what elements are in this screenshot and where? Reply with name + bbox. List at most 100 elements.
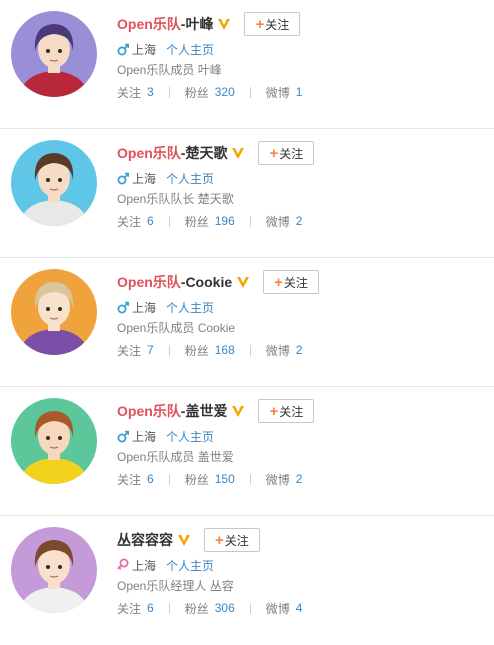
verified-icon bbox=[232, 406, 245, 417]
user-name-link[interactable]: Open乐队-Cookie bbox=[117, 272, 232, 292]
fans-count[interactable]: 306 bbox=[215, 601, 235, 615]
user-name-link[interactable]: Open乐队-楚天歌 bbox=[117, 143, 227, 163]
following-stat[interactable]: 关注 3 bbox=[117, 84, 154, 101]
avatar[interactable] bbox=[11, 269, 97, 355]
user-list: Open乐队-叶峰 + 关注 上海 个人主页 Open乐队成员 叶峰 关注 3 粉丝… bbox=[0, 0, 494, 645]
following-count[interactable]: 7 bbox=[147, 343, 154, 357]
following-label: 关注 bbox=[117, 214, 142, 229]
posts-label: 微博 bbox=[265, 472, 290, 487]
fans-count[interactable]: 150 bbox=[215, 472, 235, 486]
following-stat[interactable]: 关注 7 bbox=[117, 342, 154, 359]
stat-divider bbox=[168, 344, 170, 356]
user-stats: 关注 6 粉丝 196 微博 2 bbox=[117, 210, 486, 232]
posts-count[interactable]: 1 bbox=[296, 85, 303, 99]
posts-count[interactable]: 2 bbox=[296, 214, 303, 228]
posts-stat[interactable]: 微博 2 bbox=[266, 342, 303, 359]
following-label: 关注 bbox=[117, 601, 142, 616]
posts-label: 微博 bbox=[265, 85, 290, 100]
stat-divider bbox=[168, 86, 170, 98]
user-name-link[interactable]: Open乐队-叶峰 bbox=[117, 14, 213, 34]
verified-icon bbox=[232, 148, 245, 159]
posts-label: 微博 bbox=[265, 601, 290, 616]
fans-stat[interactable]: 粉丝 196 bbox=[185, 213, 235, 230]
stat-divider bbox=[168, 215, 170, 227]
fans-count[interactable]: 320 bbox=[215, 85, 235, 99]
plus-icon: + bbox=[269, 144, 279, 162]
following-stat[interactable]: 关注 6 bbox=[117, 600, 154, 617]
posts-stat[interactable]: 微博 2 bbox=[266, 471, 303, 488]
follow-button[interactable]: + 关注 bbox=[244, 12, 301, 36]
homepage-link[interactable]: 个人主页 bbox=[166, 170, 214, 187]
user-name-suffix: -Cookie bbox=[180, 274, 233, 290]
posts-label: 微博 bbox=[265, 214, 290, 229]
follow-label: 关注 bbox=[283, 275, 308, 290]
verified-icon bbox=[178, 535, 190, 546]
following-count[interactable]: 6 bbox=[147, 472, 154, 486]
posts-stat[interactable]: 微博 2 bbox=[266, 213, 303, 230]
posts-stat[interactable]: 微博 1 bbox=[266, 84, 303, 101]
homepage-link[interactable]: 个人主页 bbox=[166, 41, 214, 58]
following-count[interactable]: 6 bbox=[147, 214, 154, 228]
follow-button[interactable]: + 关注 bbox=[258, 399, 315, 423]
stat-divider bbox=[249, 473, 251, 485]
following-label: 关注 bbox=[117, 85, 142, 100]
location-text: 上海 bbox=[132, 300, 157, 315]
stat-divider bbox=[249, 602, 251, 614]
follow-label: 关注 bbox=[265, 17, 290, 32]
following-stat[interactable]: 关注 6 bbox=[117, 471, 154, 488]
gender-icon bbox=[117, 429, 130, 443]
stat-divider bbox=[249, 86, 251, 98]
location-text: 上海 bbox=[132, 171, 157, 186]
posts-stat[interactable]: 微博 4 bbox=[266, 600, 303, 617]
fans-stat[interactable]: 粉丝 306 bbox=[185, 600, 235, 617]
user-name-link[interactable]: 丛容容容 bbox=[117, 530, 173, 550]
follow-button[interactable]: + 关注 bbox=[204, 528, 260, 552]
user-description: Open乐队队长 楚天歌 bbox=[117, 192, 234, 206]
avatar[interactable] bbox=[11, 527, 97, 613]
user-card: Open乐队-Cookie + 关注 上海 个人主页 Open乐队成员 Cooki… bbox=[0, 258, 494, 387]
following-stat[interactable]: 关注 6 bbox=[117, 213, 154, 230]
user-description: Open乐队经理人 丛容 bbox=[117, 579, 234, 593]
gender-icon bbox=[117, 558, 129, 572]
user-card: 丛容容容 + 关注 上海 个人主页 Open乐队经理人 丛容 关注 6 粉丝 306 … bbox=[0, 516, 494, 645]
posts-count[interactable]: 2 bbox=[296, 472, 303, 486]
plus-icon: + bbox=[269, 402, 279, 420]
fans-label: 粉丝 bbox=[184, 601, 209, 616]
fans-label: 粉丝 bbox=[184, 85, 209, 100]
avatar[interactable] bbox=[11, 11, 97, 97]
follow-button[interactable]: + 关注 bbox=[258, 141, 315, 165]
following-count[interactable]: 3 bbox=[147, 85, 154, 99]
user-name-suffix: -楚天歌 bbox=[180, 145, 228, 161]
stat-divider bbox=[168, 602, 170, 614]
follow-label: 关注 bbox=[279, 146, 304, 161]
avatar[interactable] bbox=[11, 398, 97, 484]
avatar[interactable] bbox=[11, 140, 97, 226]
following-count[interactable]: 6 bbox=[147, 601, 154, 615]
follow-button[interactable]: + 关注 bbox=[263, 270, 319, 294]
fans-stat[interactable]: 粉丝 168 bbox=[185, 342, 235, 359]
following-label: 关注 bbox=[117, 343, 142, 358]
user-name-suffix: -盖世爱 bbox=[180, 403, 228, 419]
posts-count[interactable]: 2 bbox=[296, 343, 303, 357]
user-card: Open乐队-盖世爱 + 关注 上海 个人主页 Open乐队成员 盖世爱 关注 6 … bbox=[0, 387, 494, 516]
user-stats: 关注 6 粉丝 150 微博 2 bbox=[117, 468, 486, 490]
fans-count[interactable]: 168 bbox=[215, 343, 235, 357]
following-label: 关注 bbox=[117, 472, 142, 487]
location-text: 上海 bbox=[132, 558, 157, 573]
plus-icon: + bbox=[274, 273, 283, 291]
user-card: Open乐队-叶峰 + 关注 上海 个人主页 Open乐队成员 叶峰 关注 3 粉丝… bbox=[0, 0, 494, 129]
user-name-prefix: Open乐队 bbox=[117, 16, 181, 32]
homepage-link[interactable]: 个人主页 bbox=[166, 299, 214, 316]
user-name-suffix: 丛容容容 bbox=[117, 532, 173, 548]
fans-label: 粉丝 bbox=[184, 343, 209, 358]
fans-count[interactable]: 196 bbox=[215, 214, 235, 228]
homepage-link[interactable]: 个人主页 bbox=[166, 557, 214, 574]
homepage-link[interactable]: 个人主页 bbox=[166, 428, 214, 445]
fans-label: 粉丝 bbox=[184, 472, 209, 487]
location-text: 上海 bbox=[132, 42, 157, 57]
fans-stat[interactable]: 粉丝 320 bbox=[185, 84, 235, 101]
verified-icon bbox=[237, 277, 250, 288]
fans-stat[interactable]: 粉丝 150 bbox=[185, 471, 235, 488]
posts-count[interactable]: 4 bbox=[296, 601, 303, 615]
user-name-link[interactable]: Open乐队-盖世爱 bbox=[117, 401, 227, 421]
